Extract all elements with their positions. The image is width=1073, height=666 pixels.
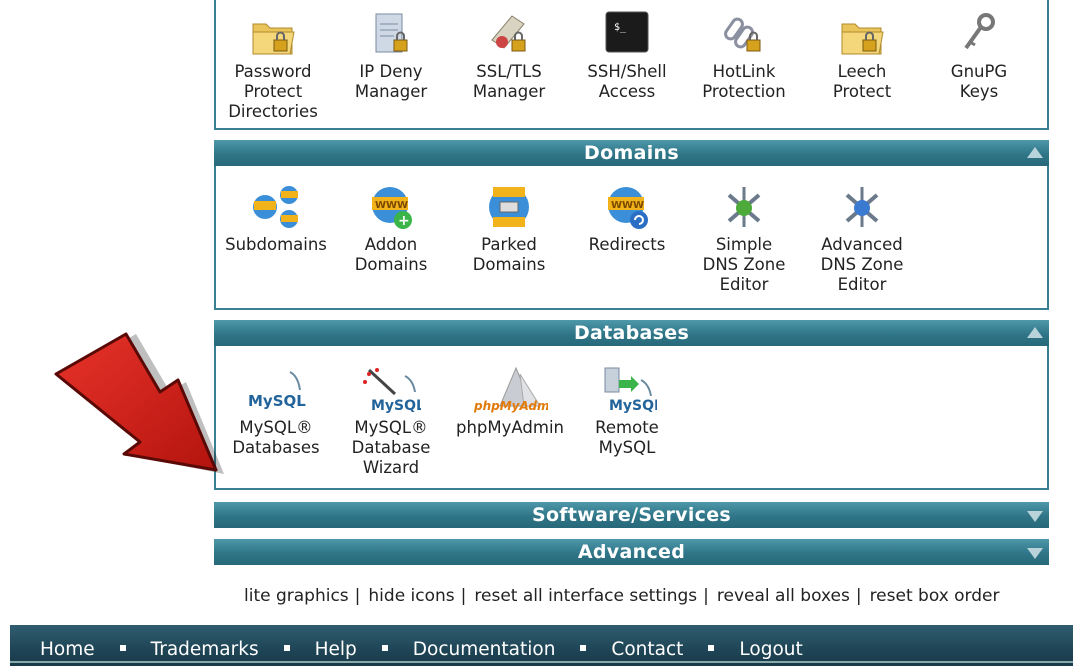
remote-mysql-item[interactable]: MySQL Remote MySQL [568,366,686,458]
gnupg-keys-item[interactable]: GnuPG Keys [920,10,1038,102]
bullet-icon [580,645,587,651]
separator: | [460,586,467,606]
ssl-tls-manager-item[interactable]: SSL/TLS Manager [450,10,568,102]
item-label: IP Deny Manager [354,62,428,101]
svg-text:WWW: WWW [611,200,644,211]
dns-zone-icon [845,187,879,227]
item-label: Remote MySQL [595,418,659,457]
collapse-icon[interactable] [1027,147,1043,158]
item-label: Addon Domains [354,235,428,274]
bullet-icon [708,645,715,651]
footer-contact-link[interactable]: Contact [611,639,683,660]
reset-box-order-link[interactable]: reset box order [870,586,1000,606]
bullet-icon [381,645,388,651]
footer-home-link[interactable]: Home [40,639,95,660]
folder-lock-icon [252,23,295,55]
footer-nav: Home Trademarks Help Documentation Contact Lo… [10,625,1073,666]
redirects-item[interactable]: WWW Redirects [568,183,686,255]
interface-links: lite graphics | hide icons | reset all inter… [244,586,1000,606]
item-label: MySQL® Database Wizard [351,418,431,477]
advanced-dns-zone-editor-item[interactable]: Advanced DNS Zone Editor [803,183,921,295]
mysql-database-wizard-item[interactable]: MySQL MySQL® Database Wizard [332,366,450,478]
svg-text:MySQL: MySQL [609,398,657,414]
item-label: Password Protect Directories [228,62,318,121]
item-label: GnuPG Keys [950,62,1008,101]
footer-documentation-link[interactable]: Documentation [413,639,556,660]
domains-title: Domains [584,142,679,164]
item-label: Simple DNS Zone Editor [702,235,786,294]
phpmyadmin-icon: phpMyAdmin [473,366,548,413]
certificate-lock-icon [491,15,526,52]
item-label: HotLink Protection [702,62,786,101]
addon-domains-item[interactable]: WWW + Addon Domains [332,183,450,275]
item-label: Subdomains [225,235,327,254]
hotlink-protection-item[interactable]: HotLink Protection [685,10,803,102]
separator: | [354,586,361,606]
dns-zone-icon [727,187,761,227]
ip-deny-manager-item[interactable]: IP Deny Manager [332,10,450,102]
subdomains-item[interactable]: Subdomains [217,183,335,255]
footer-trademarks-link[interactable]: Trademarks [151,639,259,660]
item-label: Redirects [588,235,666,254]
svg-text:+: + [398,213,410,229]
domains-header[interactable]: Domains [214,140,1049,166]
expand-icon[interactable] [1027,548,1043,559]
parked-domains-icon [489,187,529,227]
mysql-wizard-icon: MySQL [363,368,421,414]
ssh-shell-access-item[interactable]: $_ SSH/Shell Access [568,10,686,102]
remote-mysql-icon: MySQL [604,367,657,414]
svg-text:MySQL: MySQL [371,398,421,414]
footer-help-link[interactable]: Help [315,639,357,660]
keys-icon [964,13,995,50]
svg-text:phpMyAdmin: phpMyAdmin [473,399,548,413]
simple-dns-zone-editor-item[interactable]: Simple DNS Zone Editor [685,183,803,295]
password-protect-directories-item[interactable]: Password Protect Directories [214,10,332,122]
addon-domains-icon: WWW + [372,187,412,229]
item-label: SSH/Shell Access [587,62,667,101]
software-services-title: Software/Services [531,504,732,526]
phpmyadmin-item[interactable]: phpMyAdmin phpMyAdmin [450,366,570,438]
advanced-title: Advanced [577,541,686,563]
parked-domains-item[interactable]: Parked Domains [450,183,568,275]
advanced-header[interactable]: Advanced [214,539,1049,565]
item-label: Advanced DNS Zone Editor [820,235,904,294]
item-label: Leech Protect [832,62,892,101]
redirects-icon: WWW [608,187,648,229]
leech-protect-item[interactable]: Leech Protect [803,10,921,102]
subdomains-icon [253,186,298,228]
databases-title: Databases [573,322,690,344]
document-lock-icon [375,13,408,53]
footer-underline [10,661,1073,663]
collapse-icon[interactable] [1027,327,1043,338]
separator: | [855,586,862,606]
svg-text:WWW: WWW [375,200,408,211]
footer-logout-link[interactable]: Logout [739,639,802,660]
expand-icon[interactable] [1027,511,1043,522]
bullet-icon [119,645,126,651]
item-label: phpMyAdmin [456,418,564,437]
footer-links: Home Trademarks Help Documentation Contact Lo… [40,639,803,660]
databases-header[interactable]: Databases [214,320,1049,346]
bullet-icon [283,645,290,651]
item-label: Parked Domains [472,235,546,274]
software-services-header[interactable]: Software/Services [214,502,1049,528]
separator: | [703,586,709,606]
terminal-icon: $_ [605,11,649,53]
red-arrow-icon [54,332,224,474]
chain-lock-icon [724,17,761,52]
hide-icons-link[interactable]: hide icons [368,586,454,606]
item-label: SSL/TLS Manager [472,62,546,101]
folder-lock-icon [841,23,884,55]
lite-graphics-link[interactable]: lite graphics [244,586,349,606]
svg-text:$_: $_ [614,22,627,33]
reset-all-interface-settings-link[interactable]: reset all interface settings [474,586,697,606]
reveal-all-boxes-link[interactable]: reveal all boxes [717,586,850,606]
